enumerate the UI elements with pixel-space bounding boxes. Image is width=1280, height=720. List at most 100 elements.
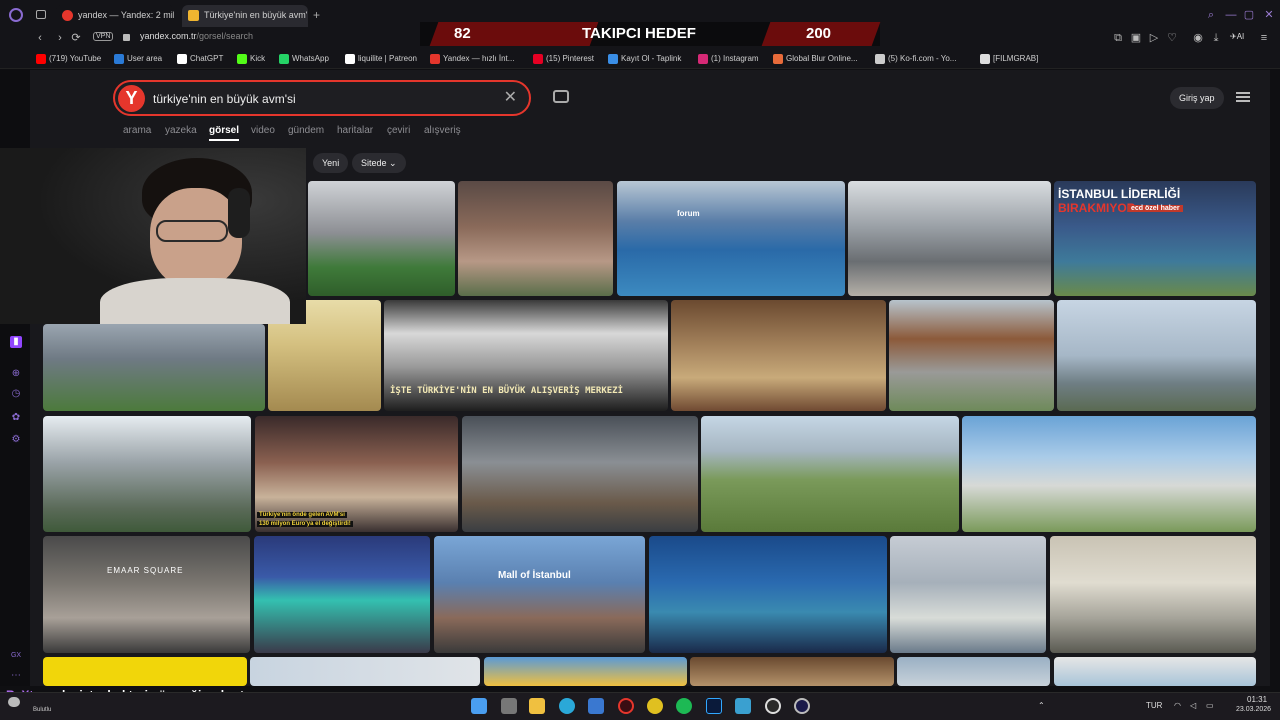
extensions-icon[interactable]: ✿ xyxy=(10,412,22,424)
minimize-icon[interactable]: — xyxy=(1224,8,1238,22)
image-result[interactable] xyxy=(308,181,455,296)
bookmark-item[interactable]: ChatGPT xyxy=(177,52,223,66)
bookmark-item[interactable]: Kick xyxy=(237,52,265,66)
play-icon[interactable]: ▷ xyxy=(1146,30,1162,46)
image-result[interactable] xyxy=(1050,536,1256,653)
image-result[interactable] xyxy=(250,657,480,686)
tab-search-active[interactable]: Türkiye'nin en büyük avm' xyxy=(182,5,308,27)
bookmark-item[interactable]: Global Blur Online... xyxy=(773,52,858,66)
search-input[interactable] xyxy=(153,88,483,110)
image-result[interactable] xyxy=(462,416,698,532)
camera-search-icon[interactable] xyxy=(553,90,569,103)
tab-manager-icon[interactable] xyxy=(36,10,46,19)
capture-icon[interactable] xyxy=(735,698,751,714)
login-button[interactable]: Giriş yap xyxy=(1170,87,1224,109)
image-result[interactable]: Mall of İstanbul xyxy=(434,536,645,653)
bookmark-item[interactable]: (1) Instagram xyxy=(698,52,759,66)
tab-video[interactable]: video xyxy=(251,125,275,136)
image-result[interactable] xyxy=(890,536,1046,653)
image-result[interactable]: EMAAR SQUARE xyxy=(43,536,250,653)
vpn-badge[interactable]: VPN xyxy=(93,32,114,41)
tab-gorsel[interactable]: görsel xyxy=(209,125,240,141)
image-result[interactable] xyxy=(43,416,251,532)
bookmark-item[interactable]: (719) YouTube xyxy=(36,52,101,66)
image-result[interactable] xyxy=(458,181,613,296)
image-result[interactable] xyxy=(43,324,265,411)
tab-haritalar[interactable]: haritalar xyxy=(337,125,373,136)
bookmark-item[interactable]: liquilite | Patreon xyxy=(345,52,417,66)
new-tab-button[interactable]: + xyxy=(313,8,320,22)
image-result[interactable]: Türkiye'nin önde gelen AVM'si 130 milyon… xyxy=(255,416,458,532)
back-icon[interactable]: ‹ xyxy=(32,30,48,46)
search-tabs-icon[interactable]: ⌕ xyxy=(1204,8,1218,22)
opera-logo-icon[interactable] xyxy=(9,8,23,22)
wifi-icon[interactable]: ◠ xyxy=(1174,701,1181,710)
tray-date[interactable]: 23.03.2026 xyxy=(1236,706,1271,713)
reader-icon[interactable]: ⧉ xyxy=(1110,30,1126,46)
image-result[interactable] xyxy=(848,181,1051,296)
chrome-icon[interactable] xyxy=(647,698,663,714)
reload-icon[interactable]: ⟳ xyxy=(68,30,84,46)
download-icon[interactable]: ⤓ xyxy=(1208,30,1224,46)
close-window-icon[interactable]: ✕ xyxy=(1262,8,1276,22)
obs-icon[interactable] xyxy=(765,698,781,714)
tab-ceviri[interactable]: çeviri xyxy=(387,125,410,136)
image-result[interactable] xyxy=(889,300,1054,411)
snapshot-icon[interactable]: ▣ xyxy=(1128,30,1144,46)
photoshop-icon[interactable] xyxy=(706,698,722,714)
settings-icon[interactable]: ⚙ xyxy=(10,434,22,446)
bookmark-item[interactable]: WhatsApp xyxy=(279,52,329,66)
filter-site-dropdown[interactable]: Sitede ⌄ xyxy=(352,153,406,173)
history-icon[interactable]: ◷ xyxy=(10,388,22,400)
bookmark-item[interactable]: [FILMGRAB] xyxy=(980,52,1038,66)
maximize-icon[interactable]: ▢ xyxy=(1242,8,1256,22)
heart-icon[interactable]: ♡ xyxy=(1164,30,1180,46)
add-icon[interactable]: ⊕ xyxy=(10,368,22,380)
bookmark-item[interactable]: User area xyxy=(114,52,162,66)
windows-start-icon[interactable] xyxy=(471,698,487,714)
clear-search-icon[interactable]: ✕ xyxy=(504,88,517,108)
spotify-icon[interactable] xyxy=(676,698,692,714)
task-view-icon[interactable] xyxy=(501,698,517,714)
image-result[interactable]: İSTANBUL LİDERLİĞİ BIRAKMIYOR ecd özel h… xyxy=(1054,181,1256,296)
twitch-icon[interactable]: ▮ xyxy=(10,336,22,348)
image-result[interactable]: forum xyxy=(617,181,845,296)
hamburger-menu-icon[interactable] xyxy=(1236,92,1250,102)
gx-icon[interactable]: GX xyxy=(10,650,22,662)
profile-icon[interactable]: ◉ xyxy=(1190,30,1206,46)
image-result[interactable] xyxy=(1054,657,1256,686)
bookmark-item[interactable]: Kayıt Ol - Taplink xyxy=(608,52,681,66)
edge-icon[interactable] xyxy=(559,698,575,714)
image-result[interactable] xyxy=(43,657,247,686)
tray-chevron-icon[interactable]: ⌃ xyxy=(1038,701,1045,710)
filter-new[interactable]: Yeni xyxy=(313,153,349,173)
tab-yandex[interactable]: yandex — Yandex: 2 milyon xyxy=(56,5,174,27)
tray-lang[interactable]: TUR xyxy=(1146,701,1162,710)
volume-icon[interactable]: ◁ xyxy=(1190,701,1196,710)
tab-yazeka[interactable]: yazeka xyxy=(165,125,197,136)
image-result[interactable]: İŞTE TÜRKİYE'NİN EN BÜYÜK ALIŞVERİŞ MERK… xyxy=(384,300,668,411)
tab-arama[interactable]: arama xyxy=(123,125,151,136)
opera-icon[interactable] xyxy=(618,698,634,714)
image-result[interactable] xyxy=(254,536,430,653)
image-result[interactable] xyxy=(690,657,894,686)
image-result[interactable] xyxy=(962,416,1256,532)
tab-alisveris[interactable]: alışveriş xyxy=(424,125,461,136)
menu-icon[interactable]: ≡ xyxy=(1256,30,1272,46)
search-box[interactable]: Y ✕ xyxy=(113,80,531,116)
ai-button[interactable]: ✈AI xyxy=(1230,32,1244,41)
yandex-logo[interactable]: Y xyxy=(118,85,145,112)
image-result[interactable] xyxy=(484,657,687,686)
image-result[interactable] xyxy=(701,416,959,532)
forward-icon[interactable]: › xyxy=(52,30,68,46)
battery-icon[interactable]: ▭ xyxy=(1206,701,1214,710)
image-result[interactable] xyxy=(671,300,886,411)
tab-gundem[interactable]: gündem xyxy=(288,125,324,136)
image-result[interactable] xyxy=(897,657,1050,686)
teams-icon[interactable] xyxy=(588,698,604,714)
file-explorer-icon[interactable] xyxy=(529,698,545,714)
cortana-icon[interactable] xyxy=(794,698,810,714)
bookmark-item[interactable]: (5) Ko-fi.com - Yo... xyxy=(875,52,956,66)
image-result[interactable] xyxy=(1057,300,1256,411)
url-field[interactable]: yandex.com.tr/gorsel/search xyxy=(140,31,253,41)
